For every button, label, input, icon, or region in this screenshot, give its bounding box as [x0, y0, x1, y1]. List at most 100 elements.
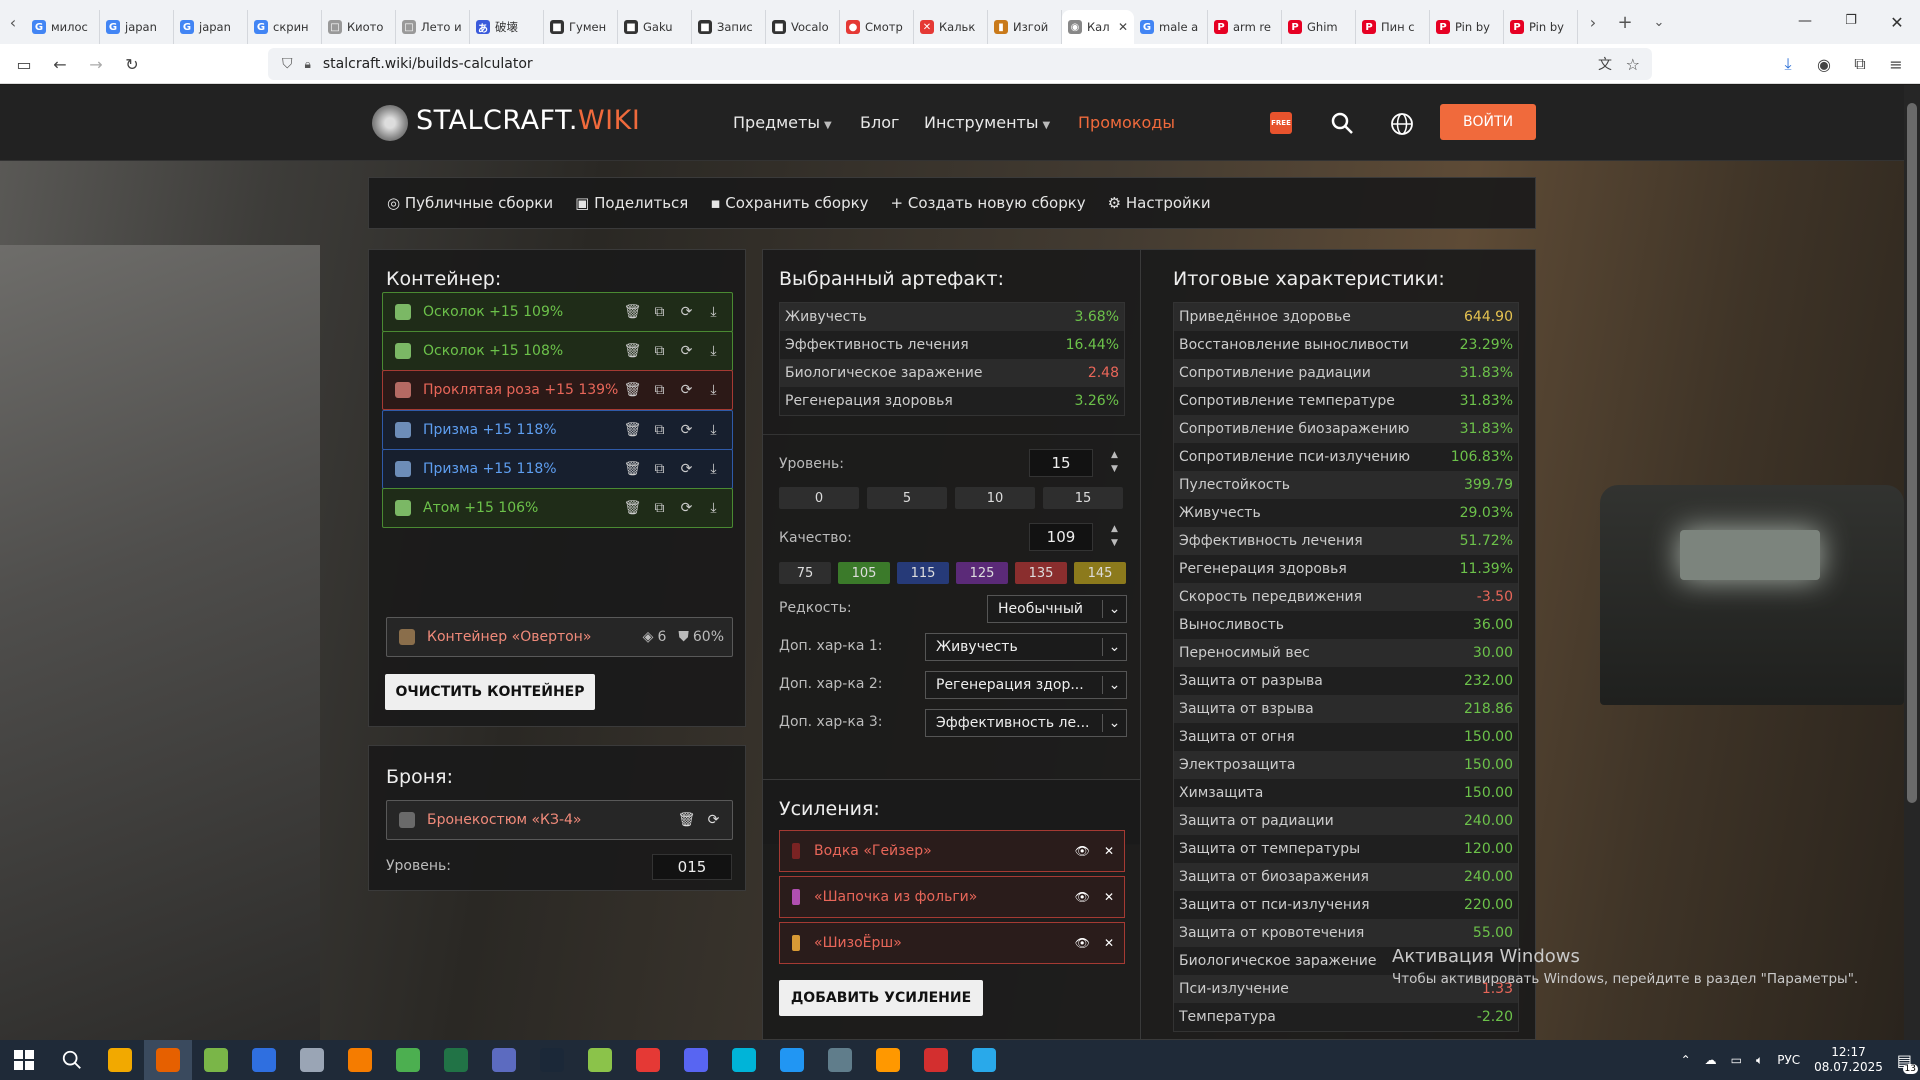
trash-icon[interactable]: 🗑︎ [622, 498, 643, 519]
browser-tab[interactable]: ■ Запис [692, 10, 766, 44]
quality-preset-button[interactable]: 125 [956, 562, 1008, 584]
download-icon[interactable]: ⤓ [703, 302, 724, 323]
sidebar-toggle-icon[interactable]: ▭ [12, 52, 36, 76]
rarity-select[interactable]: Необычный ⌄ [987, 595, 1127, 623]
container-slot[interactable]: Атом +15 106% 🗑︎ ⧉ ⟳ ⤓ [382, 488, 733, 528]
url-text[interactable]: stalcraft.wiki/builds-calculator [323, 56, 533, 72]
level-preset-button[interactable]: 10 [955, 487, 1035, 509]
swap-icon[interactable]: ⟳ [676, 341, 697, 362]
download-icon[interactable]: ⤓ [703, 380, 724, 401]
browser-tab[interactable]: ✕ Кальк [914, 10, 988, 44]
network-icon[interactable]: ▭ [1731, 1053, 1742, 1067]
trash-icon[interactable]: 🗑︎ [622, 341, 643, 362]
close-icon[interactable]: ✕ [1104, 890, 1114, 904]
close-icon[interactable]: ✕ [1104, 844, 1114, 858]
extra-stat-3-select[interactable]: Эффективность ле... ⌄ [925, 709, 1127, 737]
copy-icon[interactable]: ⧉ [649, 458, 670, 479]
level-preset-button[interactable]: 15 [1043, 487, 1123, 509]
browser-tab[interactable]: Gскрин [248, 10, 322, 44]
level-stepper-icon[interactable]: ▲ ▼ [1111, 448, 1118, 476]
swap-icon[interactable]: ⟳ [676, 458, 697, 479]
tab-scroll-right-icon[interactable]: › [1578, 13, 1608, 32]
menu-icon[interactable]: ≡ [1884, 52, 1908, 76]
clock[interactable]: 12:17 08.07.2025 [1814, 1045, 1883, 1075]
taskbar-app-icon[interactable] [624, 1040, 672, 1080]
browser-tab[interactable]: ◉ Кал ✕ [1062, 10, 1134, 44]
account-icon[interactable]: ◉ [1812, 52, 1836, 76]
new-tab-button[interactable]: + [1608, 12, 1642, 33]
create-build-button[interactable]: + Создать новую сборку [891, 194, 1086, 212]
quality-preset-button[interactable]: 135 [1015, 562, 1067, 584]
download-icon[interactable]: ⤓ [703, 458, 724, 479]
browser-tab[interactable]: Parm re [1208, 10, 1282, 44]
boost-item[interactable]: «Шапочка из фольги» 👁︎ ✕ [779, 876, 1125, 918]
onedrive-icon[interactable]: ☁ [1705, 1053, 1717, 1067]
settings-button[interactable]: ⚙ Настройки [1108, 194, 1211, 212]
swap-icon[interactable]: ⟳ [703, 810, 724, 831]
browser-tab[interactable]: Gjapan [100, 10, 174, 44]
taskbar-app-icon[interactable] [336, 1040, 384, 1080]
eye-icon[interactable]: 👁︎ [1075, 890, 1090, 904]
browser-tab[interactable]: あ破壊 [470, 10, 544, 44]
download-icon[interactable]: ⤓ [703, 498, 724, 519]
browser-tab[interactable]: P Pin by [1504, 10, 1578, 44]
armor-level-input[interactable]: 015 [652, 854, 732, 880]
bookmark-star-icon[interactable]: ☆ [1626, 55, 1640, 74]
back-arrow-icon[interactable]: ← [48, 52, 72, 76]
container-slot[interactable]: Проклятая роза +15 139% 🗑︎ ⧉ ⟳ ⤓ [382, 370, 733, 411]
taskbar-app-icon[interactable] [96, 1040, 144, 1080]
container-item[interactable]: Контейнер «Овертон» ◈ 6 ⛊ 60% [386, 617, 733, 657]
quality-preset-button[interactable]: 105 [838, 562, 890, 584]
browser-tab[interactable]: ■ Гумен [544, 10, 618, 44]
download-icon[interactable]: ⤓ [1776, 52, 1800, 76]
volume-icon[interactable]: 🔈︎ [1756, 1053, 1763, 1068]
trash-icon[interactable]: 🗑︎ [622, 458, 643, 479]
nav-promo[interactable]: Промокоды [1078, 113, 1175, 132]
globe-icon[interactable] [1390, 112, 1414, 136]
browser-tab[interactable]: ■ Vocalo [766, 10, 840, 44]
container-slot[interactable]: Осколок +15 109% 🗑︎ ⧉ ⟳ ⤓ [382, 292, 733, 332]
taskbar-app-icon[interactable] [144, 1040, 192, 1080]
swap-icon[interactable]: ⟳ [676, 498, 697, 519]
boost-item[interactable]: Водка «Гейзер» 👁︎ ✕ [779, 830, 1125, 872]
extensions-icon[interactable]: ⧉ [1848, 52, 1872, 76]
copy-icon[interactable]: ⧉ [649, 380, 670, 401]
taskbar-app-icon[interactable] [768, 1040, 816, 1080]
nav-tools[interactable]: Инструменты ▼ [924, 113, 1050, 132]
close-tab-icon[interactable]: ✕ [1118, 20, 1128, 34]
quality-stepper-icon[interactable]: ▲ ▼ [1111, 522, 1118, 550]
page-scrollbar-track[interactable] [1904, 85, 1920, 1040]
search-icon[interactable] [1330, 111, 1354, 135]
level-preset-button[interactable]: 5 [867, 487, 947, 509]
browser-tab[interactable]: ● Смотр [840, 10, 914, 44]
save-build-button[interactable]: ▪ Сохранить сборку [710, 194, 868, 212]
nav-blog[interactable]: Блог [860, 113, 899, 132]
taskbar-app-icon[interactable] [864, 1040, 912, 1080]
tray-expand-icon[interactable]: ⌃ [1681, 1053, 1691, 1067]
nav-items[interactable]: Предметы ▼ [733, 113, 832, 132]
artifact-quality-input[interactable]: 109 [1029, 523, 1093, 551]
trash-icon[interactable]: 🗑︎ [622, 419, 643, 440]
add-boost-button[interactable]: ДОБАВИТЬ УСИЛЕНИЕ [779, 980, 983, 1016]
taskbar-app-icon[interactable] [192, 1040, 240, 1080]
copy-icon[interactable]: ⧉ [649, 419, 670, 440]
forward-arrow-icon[interactable]: → [84, 52, 108, 76]
browser-tab[interactable]: ■ Gaku [618, 10, 692, 44]
browser-tab[interactable]: P Pin by [1430, 10, 1504, 44]
extra-stat-1-select[interactable]: Живучесть ⌄ [925, 633, 1127, 661]
container-slot[interactable]: Призма +15 118% 🗑︎ ⧉ ⟳ ⤓ [382, 409, 733, 450]
taskbar-app-icon[interactable] [480, 1040, 528, 1080]
taskbar-app-icon[interactable] [288, 1040, 336, 1080]
browser-tab[interactable]: Gjapan [174, 10, 248, 44]
download-icon[interactable]: ⤓ [703, 419, 724, 440]
swap-icon[interactable]: ⟳ [676, 380, 697, 401]
container-slot[interactable]: Призма +15 118% 🗑︎ ⧉ ⟳ ⤓ [382, 448, 733, 489]
trash-icon[interactable]: 🗑︎ [676, 810, 697, 831]
browser-tab[interactable]: □ Киото [322, 10, 396, 44]
copy-icon[interactable]: ⧉ [649, 341, 670, 362]
container-slot[interactable]: Осколок +15 108% 🗑︎ ⧉ ⟳ ⤓ [382, 331, 733, 372]
taskbar-search-button[interactable] [48, 1040, 96, 1080]
artifact-level-input[interactable]: 15 [1029, 449, 1093, 477]
minimize-window-button[interactable]: — [1782, 13, 1828, 32]
share-button[interactable]: ▣ Поделиться [575, 194, 688, 212]
